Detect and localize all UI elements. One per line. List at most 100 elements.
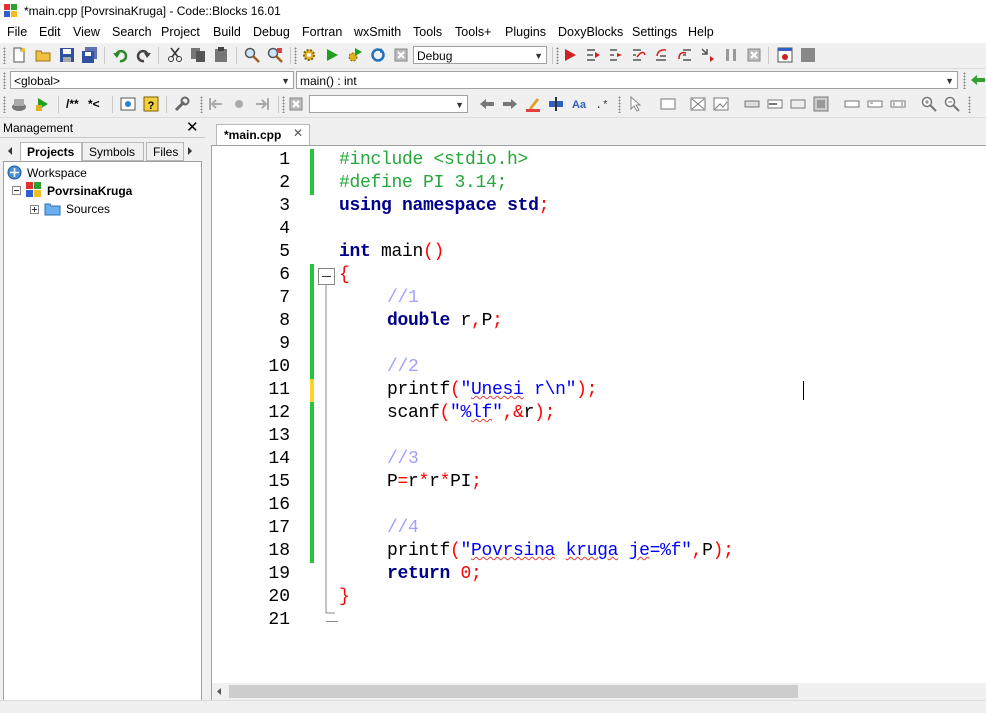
menu-view[interactable]: View (73, 25, 100, 39)
line-comment-button[interactable]: *< (88, 97, 100, 111)
scroll-left-icon[interactable] (215, 687, 224, 696)
highlight-icon[interactable] (525, 96, 541, 112)
menu-debug[interactable]: Debug (253, 25, 290, 39)
debug-start-icon[interactable] (562, 47, 578, 63)
doxyblocks-config-icon[interactable] (174, 96, 190, 112)
collapse-icon[interactable] (12, 186, 21, 195)
save-icon[interactable] (59, 47, 75, 63)
toolbar-grip[interactable] (968, 96, 971, 113)
menu-file[interactable]: File (7, 25, 27, 39)
wx-textctrl-icon[interactable] (767, 96, 783, 112)
match-case-icon[interactable]: Aa (571, 96, 587, 112)
replace-icon[interactable] (267, 47, 283, 63)
close-icon[interactable]: ✕ (186, 118, 199, 136)
menu-fortran[interactable]: Fortran (302, 25, 342, 39)
chm-help-icon[interactable]: ? (143, 96, 159, 112)
menu-search[interactable]: Search (112, 25, 152, 39)
rebuild-icon[interactable] (370, 47, 386, 63)
copy-icon[interactable] (190, 47, 206, 63)
wx-staticbox-icon[interactable] (813, 96, 829, 112)
menu-build[interactable]: Build (213, 25, 241, 39)
selected-text-only-icon[interactable] (548, 96, 564, 112)
close-tab-icon[interactable]: ✕ (293, 126, 303, 140)
next-line-icon[interactable] (608, 47, 624, 63)
run-icon[interactable] (324, 47, 340, 63)
menu-wxsmith[interactable]: wxSmith (354, 25, 401, 39)
wx-statusbar-icon[interactable] (890, 96, 906, 112)
wx-frame-icon[interactable] (660, 96, 676, 112)
build-target-select[interactable]: Debug ▼ (413, 46, 547, 64)
new-file-icon[interactable] (11, 47, 27, 63)
build-gear-icon[interactable] (301, 47, 317, 63)
tree-sources[interactable]: Sources (66, 202, 110, 216)
zoom-out-icon[interactable] (944, 96, 960, 112)
wx-button-icon[interactable] (744, 96, 760, 112)
wx-dialog-icon[interactable] (690, 96, 706, 112)
open-file-icon[interactable] (35, 47, 51, 63)
save-all-icon[interactable] (82, 47, 98, 63)
undo-icon[interactable] (112, 47, 128, 63)
menu-tools-plus[interactable]: Tools+ (455, 25, 491, 39)
wx-listbox-icon[interactable] (790, 96, 806, 112)
stop-debug-icon[interactable] (746, 47, 762, 63)
regex-icon[interactable]: .* (594, 96, 610, 112)
jump-back-icon[interactable] (970, 72, 986, 88)
line-number-gutter[interactable]: 1 2 3 4 5 6 7 8 9 10 11 12 13 14 15 16 1… (212, 146, 338, 701)
pause-icon[interactable] (723, 47, 739, 63)
search-previous-icon[interactable] (479, 96, 495, 112)
tab-projects[interactable]: Projects (20, 142, 82, 161)
menu-help[interactable]: Help (688, 25, 714, 39)
menu-edit[interactable]: Edit (39, 25, 61, 39)
cut-icon[interactable] (167, 47, 183, 63)
step-out-icon[interactable] (677, 47, 693, 63)
horizontal-scrollbar[interactable] (212, 683, 986, 700)
run-to-cursor-icon[interactable] (585, 47, 601, 63)
toolbar-grip[interactable] (556, 47, 559, 64)
extract-docs-icon[interactable] (35, 96, 51, 112)
scrollbar-thumb[interactable] (229, 685, 798, 698)
chevron-left-icon[interactable] (5, 146, 15, 156)
html-docs-icon[interactable] (120, 96, 136, 112)
toolbar-grip[interactable] (3, 72, 6, 89)
clear-search-icon[interactable] (288, 96, 304, 112)
step-instruction-icon[interactable] (700, 47, 716, 63)
build-and-run-icon[interactable] (347, 47, 363, 63)
menu-tools[interactable]: Tools (413, 25, 442, 39)
menu-plugins[interactable]: Plugins (505, 25, 546, 39)
next-instruction-icon[interactable] (631, 47, 647, 63)
find-icon[interactable] (244, 47, 260, 63)
menu-settings[interactable]: Settings (632, 25, 677, 39)
toolbar-grip[interactable] (618, 96, 621, 113)
incremental-search-input[interactable]: ▼ (309, 95, 468, 113)
toolbar-grip[interactable] (3, 47, 6, 64)
tab-symbols[interactable]: Symbols (82, 142, 144, 161)
paste-icon[interactable] (213, 47, 229, 63)
zoom-in-icon[interactable] (921, 96, 937, 112)
expand-icon[interactable] (30, 205, 39, 214)
tree-workspace[interactable]: Workspace (27, 166, 87, 180)
function-select[interactable]: main() : int ▼ (296, 71, 958, 89)
menu-project[interactable]: Project (161, 25, 200, 39)
block-comment-button[interactable]: /** (66, 97, 79, 111)
tree-project[interactable]: PovrsinaKruga (47, 184, 132, 198)
chevron-right-icon[interactable] (185, 146, 195, 156)
toolbar-grip[interactable] (200, 96, 203, 113)
code-editor[interactable]: 1 2 3 4 5 6 7 8 9 10 11 12 13 14 15 16 1… (211, 145, 986, 701)
search-next-icon[interactable] (502, 96, 518, 112)
wx-toolbar-icon[interactable] (844, 96, 860, 112)
pointer-icon[interactable] (627, 96, 643, 112)
toolbar-grip[interactable] (294, 47, 297, 64)
redo-icon[interactable] (136, 47, 152, 63)
scope-select[interactable]: <global> ▼ (10, 71, 294, 89)
debug-windows-icon[interactable] (777, 47, 793, 63)
toolbar-grip[interactable] (282, 96, 285, 113)
toolbar-grip[interactable] (3, 96, 6, 113)
tab-files[interactable]: Files (146, 142, 184, 161)
debug-info-icon[interactable] (800, 47, 816, 63)
panel-splitter[interactable] (205, 119, 210, 702)
wx-menubar-icon[interactable] (867, 96, 883, 112)
toolbar-grip[interactable] (963, 72, 966, 89)
doxywizard-icon[interactable] (11, 96, 27, 112)
step-into-icon[interactable] (654, 47, 670, 63)
menu-doxyblocks[interactable]: DoxyBlocks (558, 25, 623, 39)
